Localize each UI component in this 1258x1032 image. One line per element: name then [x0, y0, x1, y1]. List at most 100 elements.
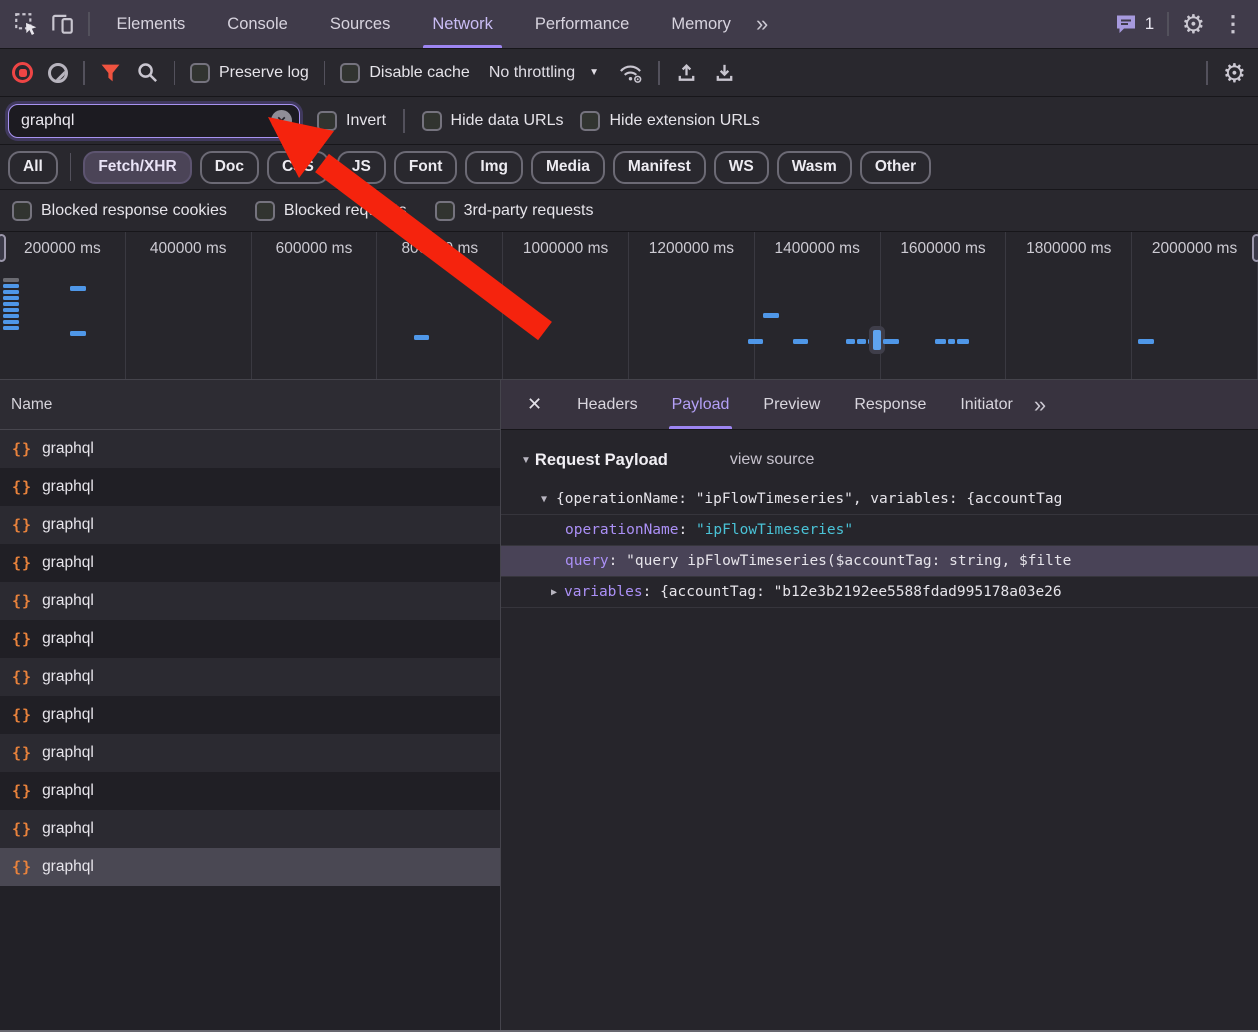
filter-toggle-button[interactable]: [100, 62, 121, 83]
timeline-left-handle[interactable]: [0, 234, 6, 262]
request-row[interactable]: {}graphql: [0, 658, 500, 696]
request-name: graphql: [42, 820, 94, 838]
type-chip-doc[interactable]: Doc: [200, 151, 259, 184]
clear-filter-button[interactable]: ✕: [271, 110, 292, 131]
inspect-element-button[interactable]: [8, 6, 44, 42]
type-chip-all[interactable]: All: [8, 151, 58, 184]
waterfall-bar[interactable]: [883, 339, 899, 344]
request-row[interactable]: {}graphql: [0, 696, 500, 734]
waterfall-bar[interactable]: [3, 290, 19, 294]
request-row[interactable]: {}graphql: [0, 506, 500, 544]
export-har-button[interactable]: [713, 61, 736, 84]
tab-elements[interactable]: Elements: [96, 0, 207, 48]
more-tabs-button[interactable]: »: [752, 11, 770, 37]
waterfall-bar[interactable]: [3, 308, 19, 312]
waterfall-bar[interactable]: [70, 286, 86, 291]
waterfall-bar[interactable]: [3, 284, 19, 288]
invert-checkbox[interactable]: Invert: [317, 111, 386, 131]
request-row[interactable]: {}graphql: [0, 544, 500, 582]
3rd-party-requests-checkbox[interactable]: 3rd-party requests: [435, 201, 594, 221]
console-messages-button[interactable]: 1: [1114, 13, 1154, 35]
waterfall-bar[interactable]: [3, 278, 19, 282]
more-options-button[interactable]: ⋮: [1218, 11, 1248, 37]
record-button[interactable]: [12, 62, 33, 83]
hide-extension-urls-checkbox[interactable]: Hide extension URLs: [580, 111, 759, 131]
waterfall-bar[interactable]: [414, 335, 429, 340]
waterfall-bar[interactable]: [1138, 339, 1154, 344]
payload-tree-row[interactable]: query: "query ipFlowTimeseries($accountT…: [501, 546, 1258, 577]
timeline-overview[interactable]: 200000 ms400000 ms600000 ms800000 ms1000…: [0, 232, 1258, 380]
type-chip-font[interactable]: Font: [394, 151, 458, 184]
tab-memory[interactable]: Memory: [650, 0, 752, 48]
resource-type-filters: All Fetch/XHR DocCSSJSFontImgMediaManifest…: [0, 145, 1258, 190]
network-settings-button[interactable]: ⚙: [1223, 60, 1246, 86]
type-chip-fetch-xhr[interactable]: Fetch/XHR: [83, 151, 191, 184]
type-chip-img[interactable]: Img: [465, 151, 523, 184]
type-chip-wasm[interactable]: Wasm: [777, 151, 852, 184]
import-har-button[interactable]: [675, 61, 698, 84]
name-column-header[interactable]: Name: [0, 380, 500, 430]
tab-sources[interactable]: Sources: [309, 0, 412, 48]
waterfall-bar[interactable]: [948, 339, 955, 344]
waterfall-bar[interactable]: [857, 339, 866, 344]
waterfall-bar[interactable]: [3, 326, 19, 330]
timeline-right-handle[interactable]: [1252, 234, 1258, 262]
type-chip-ws[interactable]: WS: [714, 151, 769, 184]
request-row[interactable]: {}graphql: [0, 468, 500, 506]
request-row[interactable]: {}graphql: [0, 620, 500, 658]
details-tab-initiator[interactable]: Initiator: [943, 380, 1029, 429]
request-row[interactable]: {}graphql: [0, 848, 500, 886]
waterfall-bar[interactable]: [763, 313, 779, 318]
search-button[interactable]: [136, 61, 159, 84]
blocked-response-cookies-checkbox[interactable]: Blocked response cookies: [12, 201, 227, 221]
type-chip-media[interactable]: Media: [531, 151, 605, 184]
waterfall-bar[interactable]: [3, 320, 19, 324]
waterfall-bar[interactable]: [3, 296, 19, 300]
request-row[interactable]: {}graphql: [0, 430, 500, 468]
blocked-requests-checkbox[interactable]: Blocked requests: [255, 201, 407, 221]
details-tab-preview[interactable]: Preview: [746, 380, 837, 429]
waterfall-bar[interactable]: [793, 339, 808, 344]
waterfall-bar[interactable]: [3, 314, 19, 318]
preserve-log-checkbox[interactable]: Preserve log: [190, 63, 309, 83]
waterfall-bar[interactable]: [935, 339, 946, 344]
waterfall-bar[interactable]: [868, 339, 872, 344]
type-chip-css[interactable]: CSS: [267, 151, 329, 184]
type-chip-manifest[interactable]: Manifest: [613, 151, 706, 184]
network-conditions-button[interactable]: [618, 61, 643, 85]
settings-button[interactable]: ⚙: [1182, 11, 1205, 37]
device-toolbar-button[interactable]: [44, 6, 80, 42]
tab-network[interactable]: Network: [411, 0, 514, 48]
details-tab-response[interactable]: Response: [837, 380, 943, 429]
checkbox-box: [317, 111, 337, 131]
caret-down-icon: ▼: [541, 494, 547, 505]
waterfall-bar[interactable]: [70, 331, 86, 336]
waterfall-bar[interactable]: [846, 339, 855, 344]
payload-tree-row[interactable]: operationName: "ipFlowTimeseries": [501, 515, 1258, 546]
waterfall-bar[interactable]: [3, 302, 19, 306]
filter-input[interactable]: [21, 112, 271, 130]
hide-data-urls-checkbox[interactable]: Hide data URLs: [422, 111, 564, 131]
clear-button[interactable]: [48, 63, 68, 83]
payload-preview-row[interactable]: ▼ {operationName: "ipFlowTimeseries", va…: [501, 484, 1258, 515]
throttling-select[interactable]: No throttling ▼: [485, 64, 603, 82]
more-details-tabs-button[interactable]: »: [1030, 392, 1048, 418]
tab-console[interactable]: Console: [206, 0, 309, 48]
waterfall-bar[interactable]: [957, 339, 969, 344]
details-tab-headers[interactable]: Headers: [560, 380, 654, 429]
view-source-link[interactable]: view source: [730, 451, 814, 469]
close-details-button[interactable]: ✕: [517, 394, 552, 415]
request-row[interactable]: {}graphql: [0, 582, 500, 620]
payload-tree-row[interactable]: ▶variables: {accountTag: "b12e3b2192ee55…: [501, 577, 1258, 608]
waterfall-bar[interactable]: [873, 330, 881, 350]
request-payload-section[interactable]: ▼ Request Payload view source: [501, 445, 1258, 475]
details-tab-payload[interactable]: Payload: [655, 380, 747, 429]
tab-performance[interactable]: Performance: [514, 0, 650, 48]
type-chip-js[interactable]: JS: [337, 151, 386, 184]
request-row[interactable]: {}graphql: [0, 734, 500, 772]
request-row[interactable]: {}graphql: [0, 810, 500, 848]
waterfall-bar[interactable]: [748, 339, 763, 344]
request-row[interactable]: {}graphql: [0, 772, 500, 810]
disable-cache-checkbox[interactable]: Disable cache: [340, 63, 470, 83]
type-chip-other[interactable]: Other: [860, 151, 931, 184]
